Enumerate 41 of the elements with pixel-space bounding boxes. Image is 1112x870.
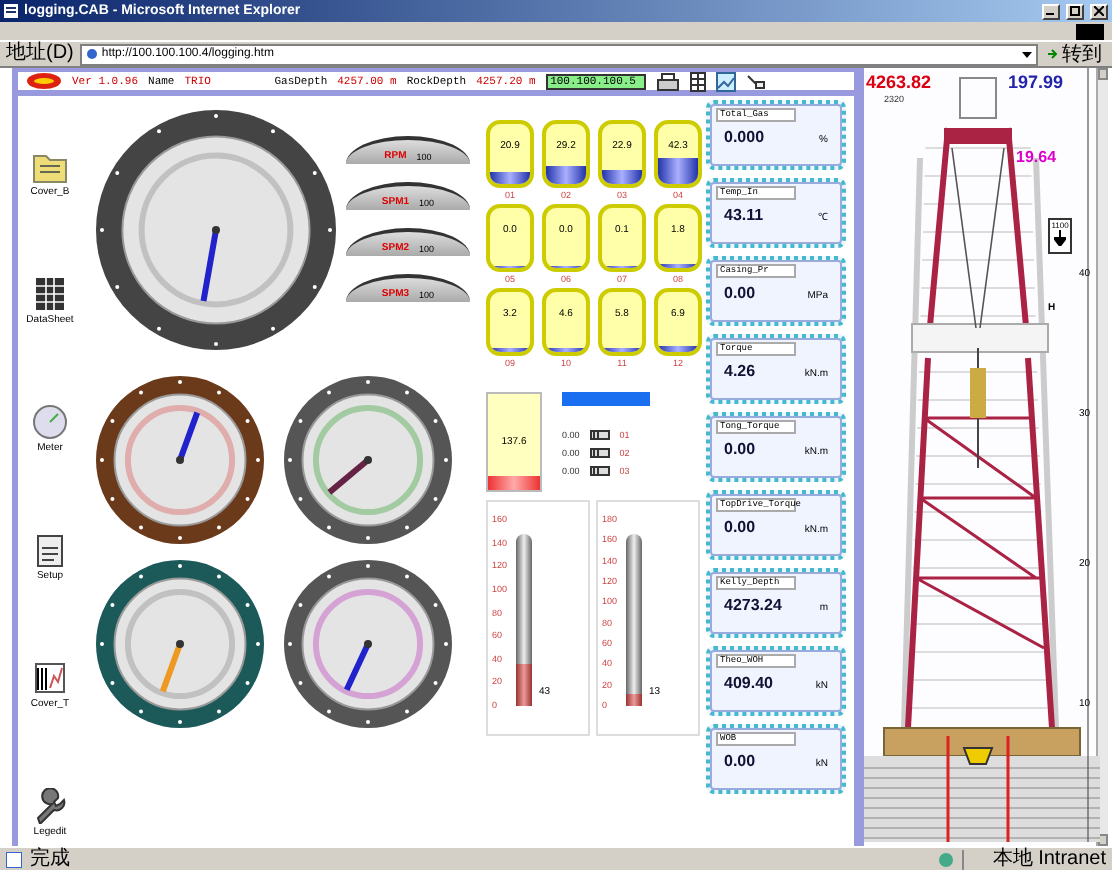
maximize-button[interactable] xyxy=(1066,3,1084,19)
arrow-icon xyxy=(1048,48,1060,60)
printer-icon[interactable] xyxy=(656,71,681,91)
readout-value: 0.00 xyxy=(724,284,756,302)
hook-height-value: 197.99 xyxy=(1008,72,1064,92)
readout-value: 4.26 xyxy=(724,362,756,380)
grid-icon[interactable] xyxy=(690,71,707,91)
readout-value: 43.11 xyxy=(724,206,764,224)
page-icon xyxy=(85,48,98,60)
readout-value: 0.00 xyxy=(724,752,756,770)
block-position-value: 19.64 xyxy=(1016,148,1057,166)
readout-value: 409.40 xyxy=(724,674,773,692)
close-button[interactable] xyxy=(1090,3,1108,19)
chart-icon[interactable] xyxy=(716,71,737,91)
bit-depth-value: 4263.82 xyxy=(866,72,932,92)
pump-icon xyxy=(589,448,610,458)
readout-value: 4273.24 xyxy=(724,596,782,614)
scrollbar[interactable] xyxy=(1096,68,1108,846)
go-button[interactable]: 转到 xyxy=(1044,43,1106,65)
tool-icon[interactable] xyxy=(746,72,767,90)
meter-icon xyxy=(32,404,68,440)
readout-value: 0.00 xyxy=(724,440,756,458)
company-logo xyxy=(26,72,62,90)
chart-icon xyxy=(32,660,68,696)
address-label: 地址(D) xyxy=(6,44,74,64)
pump-icon xyxy=(589,466,610,476)
security-zone: 本地 Intranet xyxy=(962,849,1106,869)
down-arrow-icon xyxy=(1054,230,1066,246)
maximize-icon xyxy=(1070,6,1080,16)
close-icon xyxy=(1094,6,1104,16)
pump-icon xyxy=(589,430,610,440)
wrench-icon xyxy=(32,788,68,824)
readout-value: 0.000 xyxy=(724,128,765,146)
sheet-icon xyxy=(31,276,68,312)
setup-icon xyxy=(32,532,68,568)
page-icon xyxy=(4,4,18,18)
page-icon xyxy=(6,851,22,867)
dropdown-icon xyxy=(1022,49,1032,59)
minimize-button[interactable] xyxy=(1042,3,1060,19)
readout-value: 0.00 xyxy=(724,518,756,536)
status-text: 完成 xyxy=(30,849,72,869)
